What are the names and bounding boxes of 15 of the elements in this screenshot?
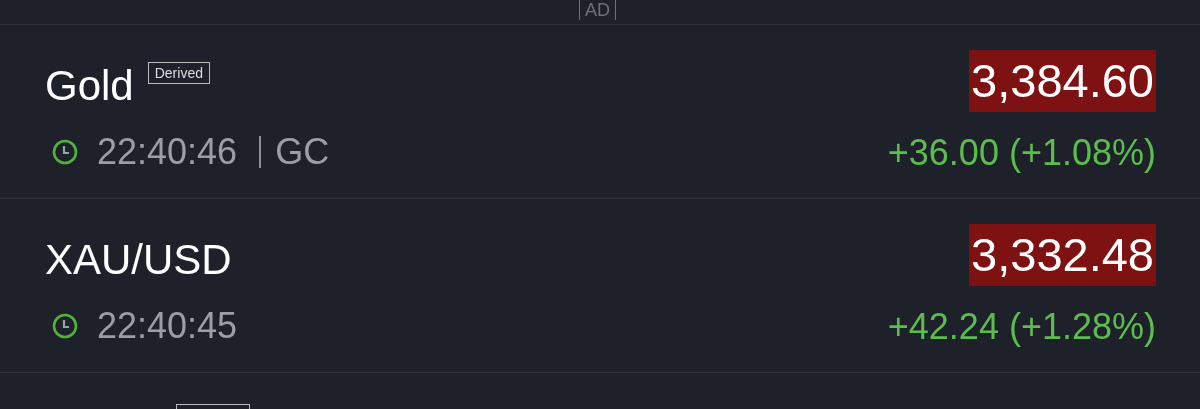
update-time: 22:40:46 xyxy=(97,131,238,173)
instrument-name: Gold xyxy=(45,61,134,111)
quote-row[interactable]: Gold Derived 22:40:46 GC 3,384.60 +36.00 (+1.08%) xyxy=(0,25,1200,199)
price-change: +36.00 (+1.08%) xyxy=(887,132,1156,174)
price: 3,384.60 xyxy=(969,50,1156,112)
clock-icon xyxy=(52,313,78,339)
price: 3,332.48 xyxy=(969,224,1156,286)
symbol-label: GC xyxy=(259,136,330,168)
quote-row[interactable]: XAU/USD 22:40:45 3,332.48 +42.24 (+1.28%) xyxy=(0,199,1200,373)
clock-icon xyxy=(52,139,78,165)
update-time: 22:40:45 xyxy=(97,305,238,347)
price-change: +42.24 (+1.28%) xyxy=(887,306,1156,348)
derived-badge: Derived xyxy=(147,62,210,84)
ad-label: AD xyxy=(579,0,616,20)
instrument-name: XAU/USD xyxy=(45,235,232,285)
